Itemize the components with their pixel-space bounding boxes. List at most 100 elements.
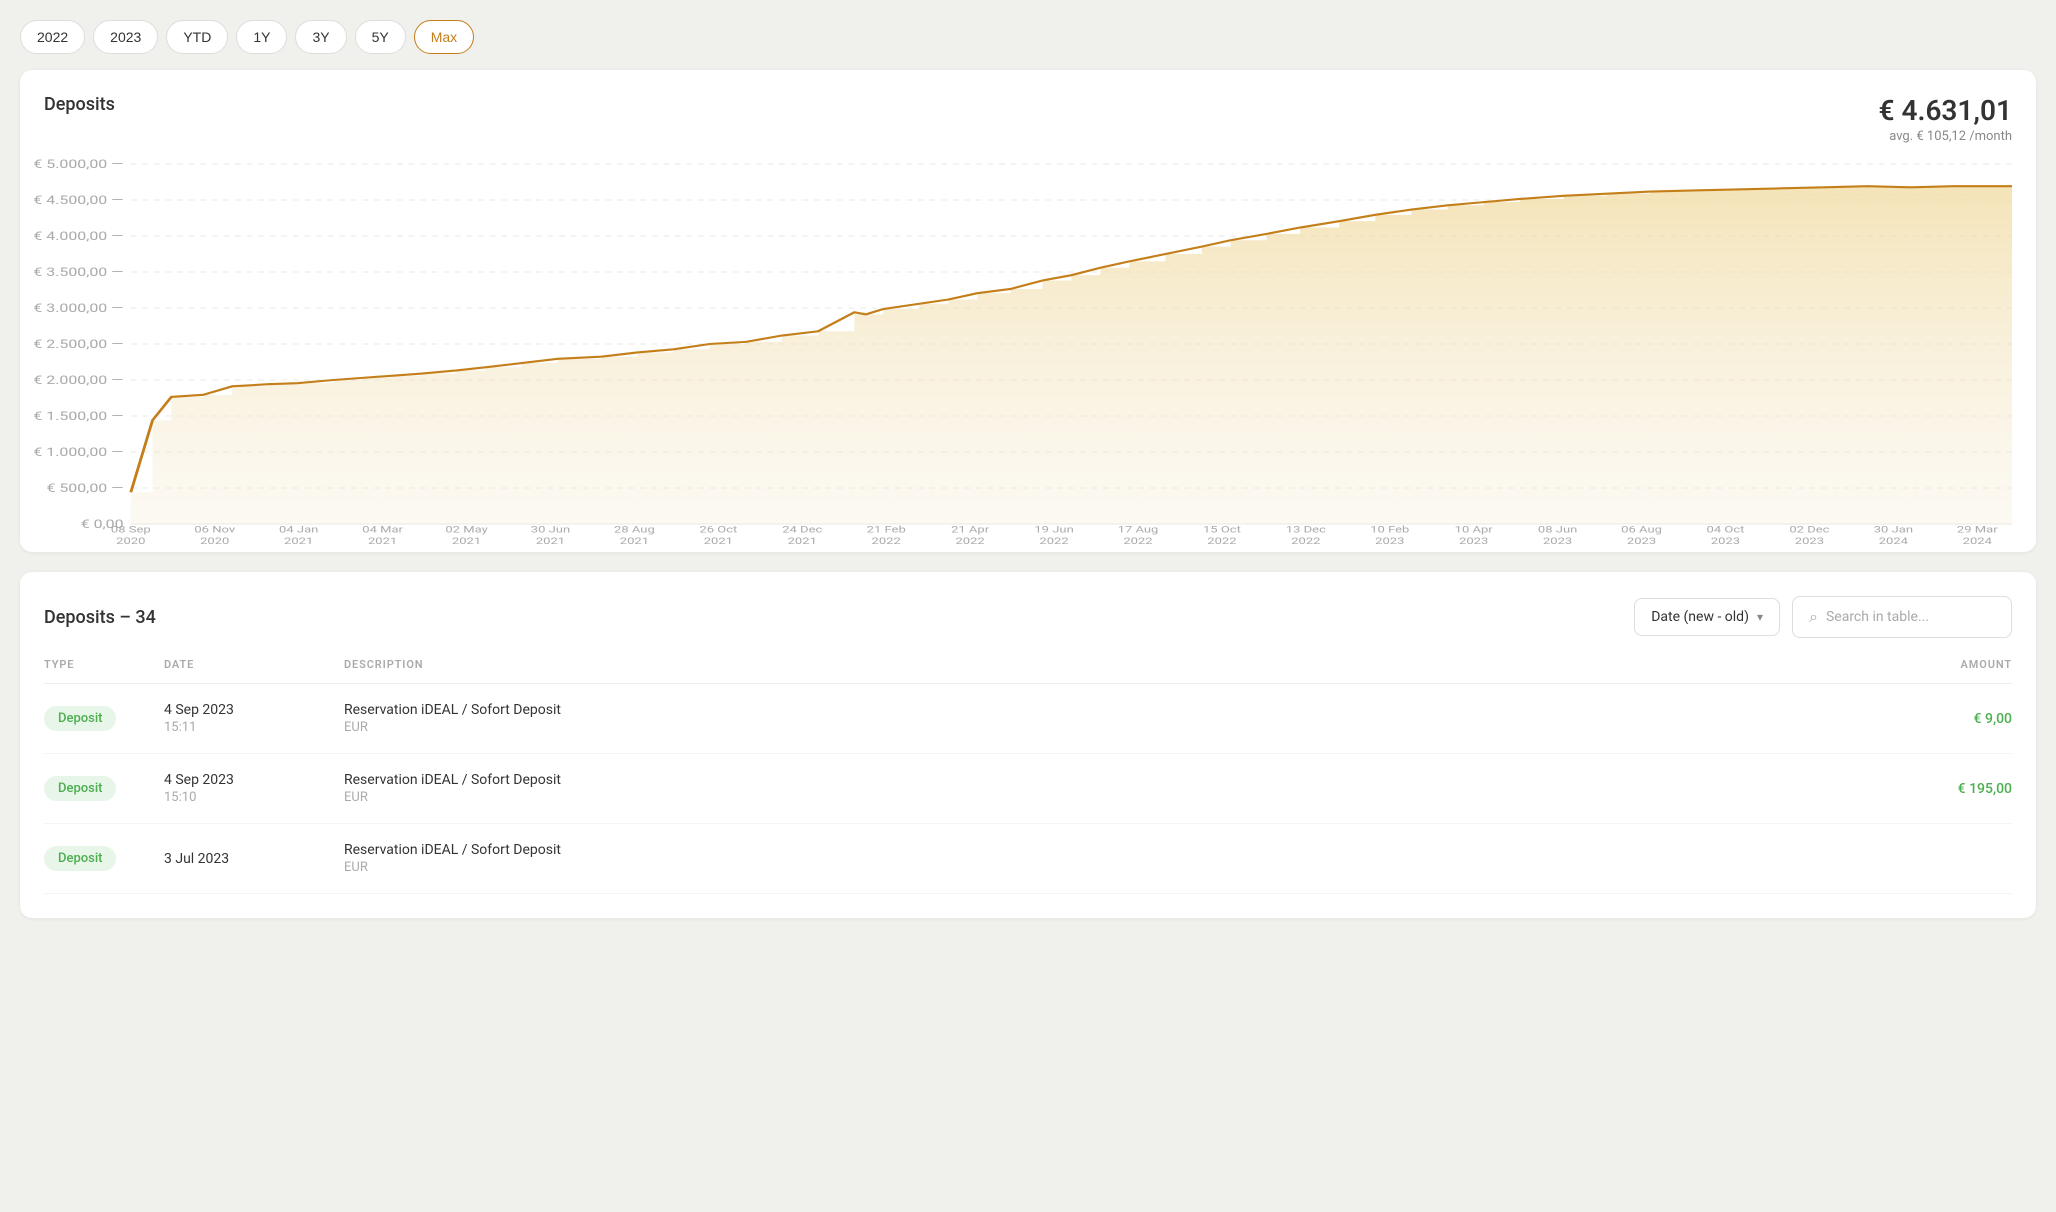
chart-avg: avg. € 105,12 /month	[1879, 129, 2012, 144]
desc-sub: EUR	[344, 790, 1872, 805]
svg-text:2024: 2024	[1879, 535, 1909, 547]
date-time: 15:10	[164, 790, 344, 805]
date-main: 4 Sep 2023	[164, 702, 344, 718]
svg-text:2023: 2023	[1627, 535, 1656, 547]
svg-text:2021: 2021	[368, 535, 397, 547]
svg-text:€ 2.000,00 —: € 2.000,00 —	[33, 374, 123, 387]
svg-text:28 Aug: 28 Aug	[614, 523, 655, 535]
svg-text:2022: 2022	[872, 535, 901, 547]
svg-text:2022: 2022	[1123, 535, 1152, 547]
svg-text:2021: 2021	[452, 535, 481, 547]
svg-text:€ 4.000,00 —: € 4.000,00 —	[33, 230, 123, 243]
svg-text:29 Mar: 29 Mar	[1957, 523, 1998, 535]
svg-text:€ 1.500,00 —: € 1.500,00 —	[33, 410, 123, 423]
svg-text:24 Dec: 24 Dec	[782, 523, 822, 535]
desc-cell: Reservation iDEAL / Sofort Deposit EUR	[344, 824, 1872, 894]
svg-text:€ 2.500,00 —: € 2.500,00 —	[33, 338, 123, 351]
col-type: TYPE	[44, 658, 164, 684]
svg-text:€ 1.000,00 —: € 1.000,00 —	[33, 446, 123, 459]
period-1y[interactable]: 1Y	[236, 20, 287, 54]
period-5y[interactable]: 5Y	[355, 20, 406, 54]
svg-text:21 Feb: 21 Feb	[867, 523, 906, 535]
desc-sub: EUR	[344, 720, 1872, 735]
desc-main: Reservation iDEAL / Sofort Deposit	[344, 842, 1872, 858]
type-cell: Deposit	[44, 824, 164, 894]
svg-text:04 Mar: 04 Mar	[362, 523, 403, 535]
chart-area: € 5.000,00 — € 4.500,00 — € 4.000,00 — €…	[44, 164, 2012, 528]
amount-cell: € 9,00	[1872, 684, 2012, 754]
svg-text:08 Jun: 08 Jun	[1538, 523, 1577, 535]
svg-text:04 Oct: 04 Oct	[1707, 523, 1745, 535]
svg-text:13 Dec: 13 Dec	[1286, 523, 1326, 535]
date-main: 3 Jul 2023	[164, 851, 344, 867]
type-cell: Deposit	[44, 754, 164, 824]
type-badge: Deposit	[44, 706, 116, 731]
svg-text:21 Apr: 21 Apr	[951, 523, 989, 535]
svg-text:06 Aug: 06 Aug	[1621, 523, 1662, 535]
svg-text:2021: 2021	[620, 535, 649, 547]
type-cell: Deposit	[44, 684, 164, 754]
search-placeholder: Search in table...	[1826, 609, 1929, 625]
svg-text:2023: 2023	[1459, 535, 1488, 547]
table-row: Deposit 4 Sep 2023 15:10 Reservation iDE…	[44, 754, 2012, 824]
svg-text:10 Feb: 10 Feb	[1370, 523, 1409, 535]
desc-cell: Reservation iDEAL / Sofort Deposit EUR	[344, 684, 1872, 754]
table-row: Deposit 4 Sep 2023 15:11 Reservation iDE…	[44, 684, 2012, 754]
deposits-table: TYPE DATE DESCRIPTION AMOUNT Deposit 4 S…	[44, 658, 2012, 894]
svg-text:2022: 2022	[1291, 535, 1320, 547]
svg-text:2021: 2021	[704, 535, 733, 547]
svg-text:2024: 2024	[1963, 535, 1993, 547]
desc-sub: EUR	[344, 860, 1872, 875]
chart-svg: € 5.000,00 — € 4.500,00 — € 4.000,00 — €…	[44, 164, 2012, 524]
period-3y[interactable]: 3Y	[295, 20, 346, 54]
period-ytd[interactable]: YTD	[166, 20, 228, 54]
svg-text:10 Apr: 10 Apr	[1455, 523, 1493, 535]
svg-text:19 Jun: 19 Jun	[1034, 523, 1073, 535]
col-amount: AMOUNT	[1872, 658, 2012, 684]
svg-text:30 Jun: 30 Jun	[531, 523, 570, 535]
search-icon: ⌕	[1809, 607, 1818, 627]
svg-text:2023: 2023	[1543, 535, 1572, 547]
period-2023[interactable]: 2023	[93, 20, 158, 54]
svg-text:€ 3.500,00 —: € 3.500,00 —	[33, 266, 123, 279]
chart-header: Deposits € 4.631,01 avg. € 105,12 /month	[44, 94, 2012, 144]
chart-title: Deposits	[44, 94, 115, 115]
svg-text:2022: 2022	[955, 535, 984, 547]
desc-main: Reservation iDEAL / Sofort Deposit	[344, 702, 1872, 718]
period-max[interactable]: Max	[414, 20, 474, 54]
period-selector: 2022 2023 YTD 1Y 3Y 5Y Max	[20, 20, 2036, 54]
chart-total-amount: € 4.631,01	[1879, 94, 2012, 127]
table-title: Deposits – 34	[44, 607, 156, 628]
chevron-down-icon: ▾	[1757, 610, 1763, 624]
table-card: Deposits – 34 Date (new - old) ▾ ⌕ Searc…	[20, 572, 2036, 918]
svg-text:2022: 2022	[1207, 535, 1236, 547]
svg-text:€ 4.500,00 —: € 4.500,00 —	[33, 194, 123, 207]
sort-dropdown[interactable]: Date (new - old) ▾	[1634, 598, 1780, 636]
col-date: DATE	[164, 658, 344, 684]
chart-total: € 4.631,01 avg. € 105,12 /month	[1879, 94, 2012, 144]
svg-text:€ 500,00 —: € 500,00 —	[46, 482, 123, 495]
desc-cell: Reservation iDEAL / Sofort Deposit EUR	[344, 754, 1872, 824]
date-main: 4 Sep 2023	[164, 772, 344, 788]
svg-text:04 Jan: 04 Jan	[279, 523, 318, 535]
table-count: – 34	[119, 607, 156, 628]
sort-label: Date (new - old)	[1651, 609, 1749, 625]
svg-text:2023: 2023	[1375, 535, 1404, 547]
table-header-row: TYPE DATE DESCRIPTION AMOUNT	[44, 658, 2012, 684]
svg-text:€ 5.000,00 —: € 5.000,00 —	[33, 158, 123, 171]
type-badge: Deposit	[44, 776, 116, 801]
chart-card: Deposits € 4.631,01 avg. € 105,12 /month…	[20, 70, 2036, 552]
svg-text:2023: 2023	[1795, 535, 1824, 547]
type-badge: Deposit	[44, 846, 116, 871]
period-2022[interactable]: 2022	[20, 20, 85, 54]
svg-text:02 May: 02 May	[445, 523, 488, 535]
svg-text:02 Dec: 02 Dec	[1789, 523, 1829, 535]
svg-text:2022: 2022	[1039, 535, 1068, 547]
table-header: Deposits – 34 Date (new - old) ▾ ⌕ Searc…	[44, 596, 2012, 638]
svg-text:08 Sep: 08 Sep	[111, 523, 151, 535]
search-box[interactable]: ⌕ Search in table...	[1792, 596, 2012, 638]
svg-text:15 Oct: 15 Oct	[1203, 523, 1241, 535]
date-cell: 4 Sep 2023 15:11	[164, 684, 344, 754]
svg-text:€ 3.000,00 —: € 3.000,00 —	[33, 302, 123, 315]
desc-main: Reservation iDEAL / Sofort Deposit	[344, 772, 1872, 788]
